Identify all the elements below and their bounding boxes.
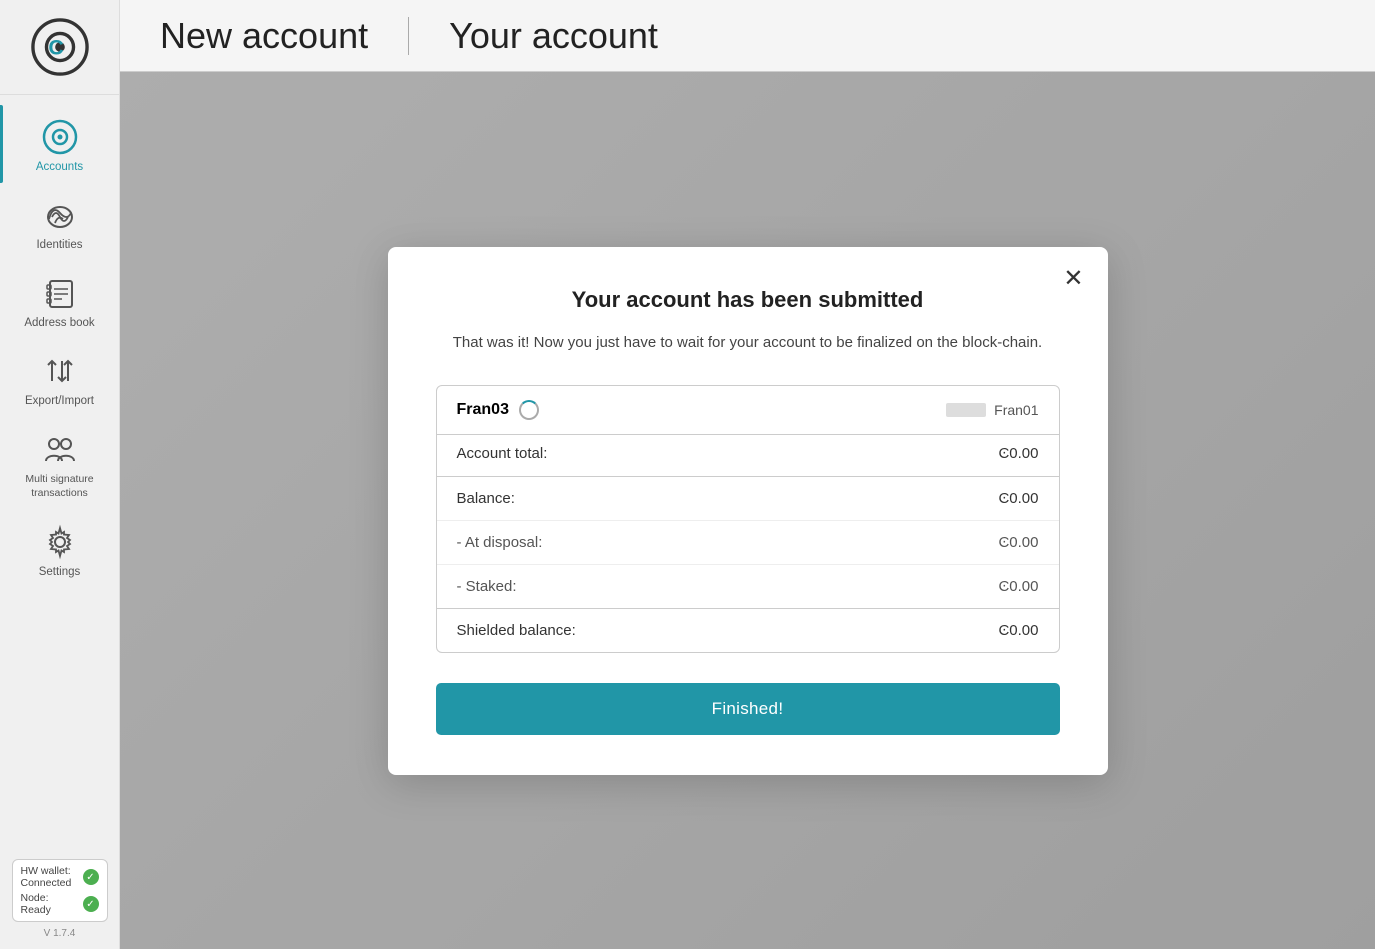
version-label: V 1.7.4 (44, 928, 76, 939)
hw-wallet-check-icon: ✓ (83, 869, 99, 885)
sidebar-item-export-import-label: Export/Import (25, 395, 94, 407)
topbar-right-title: Your account (449, 15, 658, 57)
svg-text:C: C (48, 36, 63, 60)
account-badge: Fran01 (946, 402, 1038, 418)
sidebar-nav: Accounts Identities (0, 95, 119, 859)
sidebar-item-identities[interactable]: Identities (0, 183, 119, 261)
balance-label: Balance: (457, 490, 515, 507)
loading-spinner-icon (519, 400, 539, 420)
sidebar-bottom: HW wallet: Connected ✓ Node: Ready ✓ V 1… (0, 859, 119, 949)
balance-value: Ͼ0.00 (998, 490, 1038, 507)
topbar-divider (408, 17, 409, 55)
modal-title: Your account has been submitted (436, 287, 1060, 313)
account-card-header: Fran03 Fran01 (437, 386, 1059, 435)
account-name-row: Fran03 (457, 400, 539, 420)
topbar: New account Your account (120, 0, 1375, 72)
account-name: Fran03 (457, 401, 509, 419)
finished-button[interactable]: Finished! (436, 683, 1060, 735)
modal-close-button[interactable]: ✕ (1063, 267, 1083, 291)
hw-wallet-row: HW wallet: Connected ✓ (21, 865, 99, 889)
topbar-title: New account Your account (160, 15, 658, 57)
account-total-row: Account total: Ͼ0.00 (437, 435, 1059, 476)
sidebar-item-multi-sig[interactable]: Multi signature transactions (0, 417, 119, 510)
identities-icon (42, 197, 78, 233)
at-disposal-value: Ͼ0.00 (998, 534, 1038, 551)
at-disposal-label: - At disposal: (457, 534, 543, 551)
shielded-balance-label: Shielded balance: (457, 622, 576, 639)
shielded-balance-value: Ͼ0.00 (998, 622, 1038, 639)
node-row: Node: Ready ✓ (21, 892, 99, 916)
sidebar-item-multi-sig-label: Multi signature transactions (8, 473, 111, 500)
account-total-value: Ͼ0.00 (998, 445, 1038, 462)
submission-modal: ✕ Your account has been submitted That w… (388, 247, 1108, 775)
logo-icon: C (31, 18, 89, 76)
main-content: New account Your account ✕ Your account … (120, 0, 1375, 949)
sidebar-item-settings-label: Settings (39, 566, 81, 578)
account-card-body: Balance: Ͼ0.00 - At disposal: Ͼ0.00 - St… (437, 477, 1059, 608)
topbar-left-title: New account (160, 15, 368, 57)
account-total-label: Account total: (457, 445, 548, 462)
badge-bar-icon (946, 403, 986, 417)
staked-value: Ͼ0.00 (998, 578, 1038, 595)
modal-overlay: ✕ Your account has been submitted That w… (120, 72, 1375, 949)
staked-label: - Staked: (457, 578, 517, 595)
sidebar-item-accounts[interactable]: Accounts (0, 105, 119, 183)
hw-wallet-text: HW wallet: Connected (21, 865, 72, 889)
at-disposal-row: - At disposal: Ͼ0.00 (437, 521, 1059, 565)
node-check-icon: ✓ (83, 896, 99, 912)
account-identity-name: Fran01 (994, 402, 1038, 418)
sidebar-item-address-book-label: Address book (24, 317, 94, 329)
sidebar-item-export-import[interactable]: Export/Import (0, 339, 119, 417)
modal-description: That was it! Now you just have to wait f… (436, 331, 1060, 355)
accounts-icon (42, 119, 78, 155)
staked-row: - Staked: Ͼ0.00 (437, 565, 1059, 608)
multi-sig-icon (42, 431, 78, 467)
sidebar-item-identities-label: Identities (36, 239, 82, 251)
node-text: Node: Ready (21, 892, 51, 916)
sidebar: C Accounts Identities (0, 0, 120, 949)
page-background: ✕ Your account has been submitted That w… (120, 72, 1375, 949)
app-logo: C (0, 0, 119, 95)
balance-row: Balance: Ͼ0.00 (437, 477, 1059, 521)
sidebar-item-accounts-label: Accounts (36, 161, 83, 173)
shielded-balance-row: Shielded balance: Ͼ0.00 (437, 609, 1059, 652)
sidebar-item-address-book[interactable]: Address book (0, 261, 119, 339)
settings-icon (42, 524, 78, 560)
hw-wallet-status-box: HW wallet: Connected ✓ Node: Ready ✓ (12, 859, 108, 922)
sidebar-item-settings[interactable]: Settings (0, 510, 119, 588)
export-import-icon (42, 353, 78, 389)
account-card: Fran03 Fran01 Account total: Ͼ0.00 (436, 385, 1060, 653)
address-book-icon (42, 275, 78, 311)
